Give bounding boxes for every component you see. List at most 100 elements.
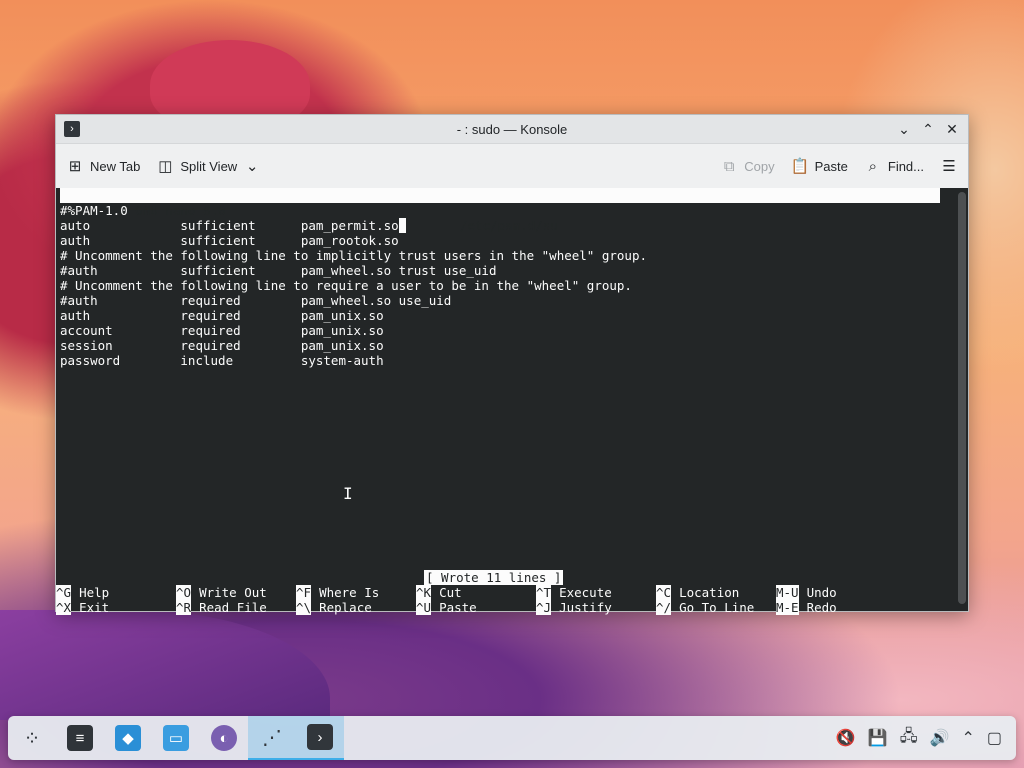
shortcut-label: Execute	[559, 585, 612, 600]
titlebar[interactable]: › - : sudo — Konsole ⌄ ⌃ ✕	[56, 115, 968, 144]
konsole-app-icon[interactable]: ›	[64, 121, 80, 137]
toolbar: ⊞ New Tab ◫ Split View ⌄ ⧉ Copy 📋 Paste …	[56, 144, 968, 189]
konsole-icon[interactable]: ›	[296, 716, 344, 760]
disk-icon[interactable]: 💾	[868, 728, 888, 748]
terminal-area[interactable]: GNU nano 8.0 /etc/pam.d/su #%PAM-1.0auto…	[56, 188, 968, 615]
copy-label: Copy	[744, 158, 775, 174]
show-hidden-icon[interactable]: ⌃	[961, 728, 974, 748]
shortcut-help[interactable]: ^G Help	[56, 585, 176, 600]
close-button[interactable]: ✕	[942, 119, 962, 139]
window-title: - : sudo — Konsole	[456, 121, 568, 137]
shortcut-key: ^C	[656, 585, 672, 600]
kde-connect-icon[interactable]: ⋰	[248, 716, 296, 760]
shortcut-key: M-E	[776, 600, 799, 615]
file-line[interactable]: auth sufficient pam_rootok.so	[60, 233, 940, 248]
shortcut-write-out[interactable]: ^O Write Out	[176, 585, 296, 600]
nano-version: GNU nano 8.0	[135, 203, 226, 218]
shortcut-label: Write Out	[199, 585, 267, 600]
shortcut-key: ^F	[296, 585, 312, 600]
file-line[interactable]: session required pam_unix.so	[60, 338, 940, 353]
vlc-icon[interactable]: ◐	[200, 716, 248, 760]
shortcut-read-file[interactable]: ^R Read File	[176, 600, 296, 615]
file-line[interactable]: password include system-auth	[60, 353, 940, 368]
audio-muted-icon[interactable]: 🔇	[836, 728, 856, 748]
wallpaper-rock	[0, 610, 330, 720]
taskbar: ⁘ ≡ ◆ ▭ ◐ ⋰ › 🔇 💾 🖧 🔊 ⌃ ▢	[8, 716, 1016, 760]
shortcut-redo[interactable]: M-E Redo	[776, 600, 896, 615]
file-line[interactable]: account required pam_unix.so	[60, 323, 940, 338]
file-line[interactable]: # Uncomment the following line to implic…	[60, 248, 940, 263]
shortcut-label: Go To Line	[679, 600, 755, 615]
shortcut-label: Location	[679, 585, 740, 600]
shortcut-replace[interactable]: ^\ Replace	[296, 600, 416, 615]
konsole-window: › - : sudo — Konsole ⌄ ⌃ ✕ ⊞ New Tab ◫ S…	[55, 114, 969, 615]
paste-icon: 📋	[790, 158, 810, 175]
find-button[interactable]: ⌕ Find...	[864, 158, 924, 175]
application-launcher-icon[interactable]: ⁘	[8, 716, 56, 760]
find-label: Find...	[887, 158, 924, 174]
shortcut-where-is[interactable]: ^F Where Is	[296, 585, 416, 600]
shortcut-key: ^K	[416, 585, 432, 600]
search-icon: ⌕	[868, 157, 878, 175]
chevron-down-icon: ⌄	[245, 158, 259, 175]
split-view-label: Split View	[180, 158, 238, 174]
peek-desktop-icon[interactable]: ▢	[987, 728, 1002, 748]
minimize-button[interactable]: ⌄	[894, 119, 914, 139]
nano-editor[interactable]: GNU nano 8.0 /etc/pam.d/su #%PAM-1.0auto…	[60, 188, 940, 368]
shortcut-label: Where Is	[319, 585, 380, 600]
text-cursor	[398, 218, 407, 233]
shortcut-label: Undo	[806, 585, 837, 600]
shortcut-location[interactable]: ^C Location	[656, 585, 776, 600]
split-view-button[interactable]: ◫ Split View ⌄	[156, 157, 261, 175]
nano-status-message: [ Wrote 11 lines ]	[424, 570, 564, 585]
ibeam-cursor-icon: I	[343, 484, 353, 503]
shortcut-key: ^G	[56, 585, 72, 600]
shortcut-row-1: ^G Help ^O Write Out ^F Where Is ^K Cut ^T Execut…	[56, 585, 936, 600]
shortcut-key: ^/	[656, 600, 672, 615]
paste-label: Paste	[814, 158, 848, 174]
file-line[interactable]: #auth required pam_wheel.so use_uid	[60, 293, 940, 308]
discover-icon[interactable]: ◆	[104, 716, 152, 760]
shortcut-key: ^T	[536, 585, 552, 600]
shortcut-key: M-U	[776, 585, 799, 600]
shortcut-key: ^J	[536, 600, 552, 615]
paste-button[interactable]: 📋 Paste	[791, 157, 848, 175]
shortcut-cut[interactable]: ^K Cut	[416, 585, 536, 600]
copy-icon: ⧉	[723, 157, 735, 175]
nano-header: GNU nano 8.0 /etc/pam.d/su	[60, 188, 940, 233]
shortcut-key: ^U	[416, 600, 432, 615]
nano-filename: /etc/pam.d/su	[460, 218, 558, 233]
shortcut-paste[interactable]: ^U Paste	[416, 600, 536, 615]
shortcut-key: ^\	[296, 600, 312, 615]
shortcut-row-2: ^X Exit ^R Read File ^\ Replace ^U Paste ^J Justi…	[56, 600, 936, 615]
hamburger-menu-button[interactable]: ☰	[940, 157, 958, 175]
shortcut-label: Help	[79, 585, 110, 600]
shortcut-undo[interactable]: M-U Undo	[776, 585, 896, 600]
new-tab-button[interactable]: ⊞ New Tab	[66, 157, 141, 175]
shortcut-execute[interactable]: ^T Execute	[536, 585, 656, 600]
maximize-button[interactable]: ⌃	[918, 119, 938, 139]
new-tab-icon: ⊞	[68, 158, 82, 175]
network-icon[interactable]: 🖧	[900, 725, 918, 752]
volume-icon[interactable]: 🔊	[930, 728, 950, 748]
shortcut-label: Exit	[79, 600, 110, 615]
shortcut-justify[interactable]: ^J Justify	[536, 600, 656, 615]
file-line[interactable]: auth required pam_unix.so	[60, 308, 940, 323]
shortcut-label: Redo	[806, 600, 837, 615]
shortcut-label: Read File	[199, 600, 267, 615]
shortcut-label: Cut	[439, 585, 462, 600]
shortcut-key: ^X	[56, 600, 72, 615]
minimize-icon: ⌄	[898, 120, 910, 137]
file-line[interactable]: # Uncomment the following line to requir…	[60, 278, 940, 293]
system-settings-icon[interactable]: ≡	[56, 716, 104, 760]
dolphin-icon[interactable]: ▭	[152, 716, 200, 760]
split-view-icon: ◫	[158, 158, 173, 175]
shortcut-label: Paste	[439, 600, 477, 615]
shortcut-exit[interactable]: ^X Exit	[56, 600, 176, 615]
shortcut-go-to-line[interactable]: ^/ Go To Line	[656, 600, 776, 615]
nano-shortcut-bar: ^G Help ^O Write Out ^F Where Is ^K Cut ^T Execut…	[56, 585, 936, 615]
copy-button[interactable]: ⧉ Copy	[720, 157, 775, 175]
file-line[interactable]: #auth sufficient pam_wheel.so trust use_…	[60, 263, 940, 278]
new-tab-label: New Tab	[90, 158, 141, 174]
terminal-scrollbar[interactable]	[958, 192, 966, 604]
